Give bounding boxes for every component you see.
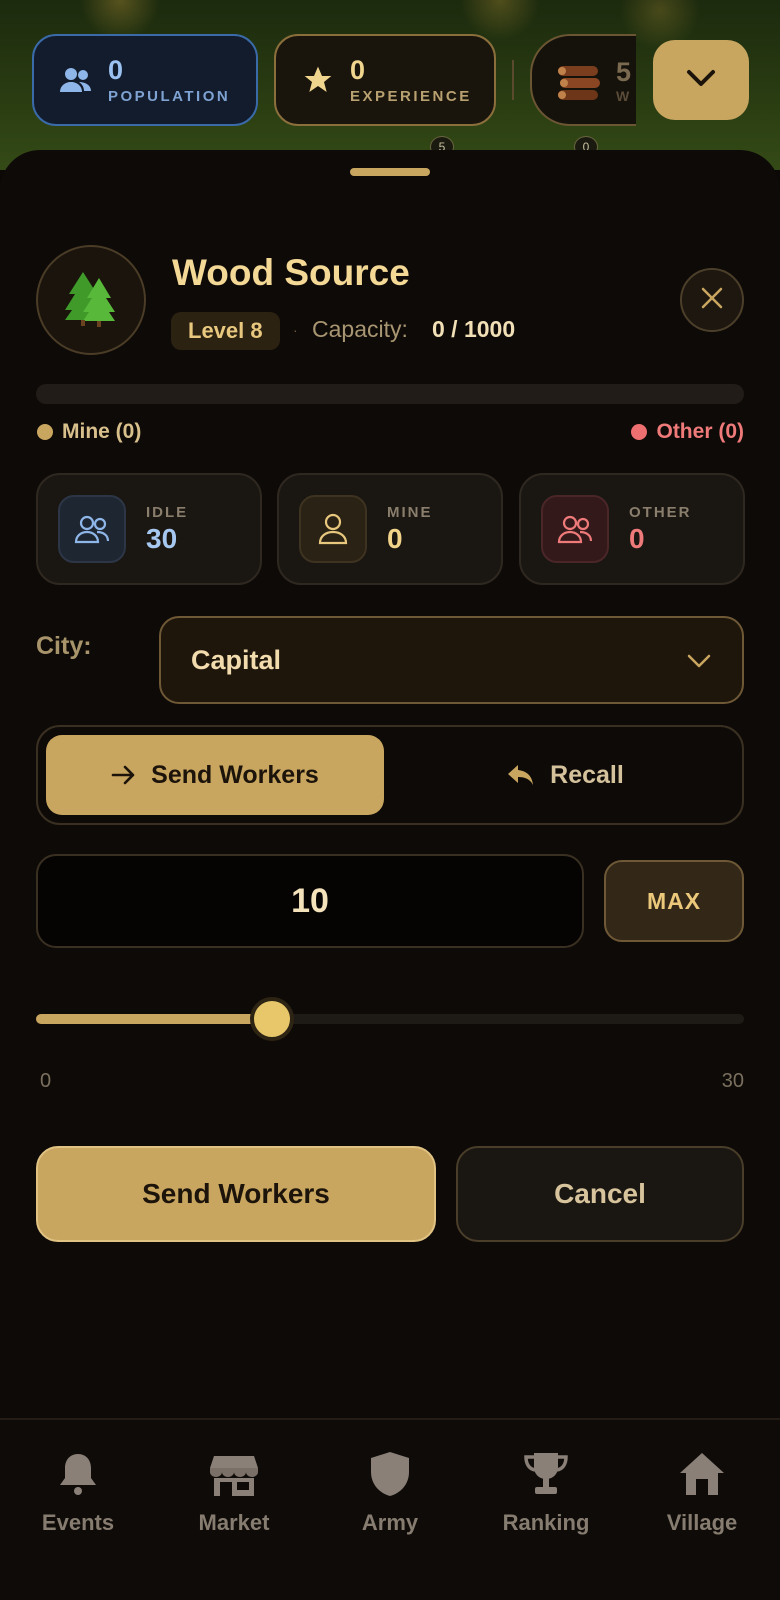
nav-label: Events xyxy=(41,1510,115,1535)
house-icon xyxy=(678,1450,726,1498)
send-workers-tab-label: Send Workers xyxy=(151,760,319,789)
population-label: POPULATION xyxy=(108,87,231,105)
bottom-navigation: Events Market Army Ranking Village xyxy=(0,1418,780,1600)
max-button[interactable]: MAX xyxy=(604,860,744,942)
nav-label: Market xyxy=(198,1510,270,1535)
idle-value: 30 xyxy=(146,522,178,554)
mode-toggle: Send Workers Recall xyxy=(36,725,744,825)
user-icon xyxy=(299,495,367,563)
chevron-down-icon xyxy=(686,645,712,676)
users-icon xyxy=(541,495,609,563)
resource-avatar xyxy=(36,245,146,355)
other-value: 0 xyxy=(629,522,645,554)
legend-mine-label: Mine (0) xyxy=(62,420,142,443)
idle-workers-card: IDLE 30 xyxy=(36,473,262,585)
recall-tab[interactable]: Recall xyxy=(392,735,738,815)
close-button[interactable] xyxy=(680,268,744,332)
star-icon xyxy=(298,60,338,100)
users-icon xyxy=(56,60,96,100)
nav-label: Village xyxy=(666,1510,738,1535)
city-label: City: xyxy=(36,632,92,660)
meta-separator: · xyxy=(293,322,298,338)
slider-max-label: 30 xyxy=(721,1070,744,1092)
trophy-icon xyxy=(523,1450,569,1498)
legend-other-dot xyxy=(631,424,648,440)
send-workers-tab[interactable]: Send Workers xyxy=(46,735,384,815)
pine-trees-icon xyxy=(59,266,123,335)
wood-pill[interactable]: 5 W xyxy=(530,34,636,126)
wood-label: W xyxy=(616,87,632,104)
capacity-progress-bar xyxy=(36,384,744,404)
resource-bottom-sheet: Wood Source Level 8 · Capacity: 0 / 1000… xyxy=(0,150,780,1420)
nav-item-ranking[interactable]: Ranking xyxy=(471,1450,621,1600)
experience-pill[interactable]: 0 EXPERIENCE xyxy=(274,34,496,126)
legend-other-label: Other (0) xyxy=(656,420,744,443)
send-workers-button[interactable]: Send Workers xyxy=(36,1146,436,1242)
legend-mine: Mine (0) xyxy=(37,420,141,444)
city-select-value: Capital xyxy=(191,644,282,675)
other-label: OTHER xyxy=(629,503,692,521)
sheet-drag-handle[interactable] xyxy=(350,168,430,176)
mine-value: 0 xyxy=(387,522,403,554)
nav-item-market[interactable]: Market xyxy=(159,1450,309,1600)
legend-other: Other (0) xyxy=(631,420,744,444)
worker-slider-thumb[interactable] xyxy=(250,997,294,1041)
chevron-down-icon xyxy=(685,68,717,93)
arrow-right-icon xyxy=(111,765,135,785)
capacity-value: 0 / 1000 xyxy=(432,316,516,342)
users-icon xyxy=(58,495,126,563)
mine-workers-card: MINE 0 xyxy=(277,473,503,585)
wood-logs-icon xyxy=(554,55,604,105)
legend-mine-dot xyxy=(37,424,53,440)
nav-item-village[interactable]: Village xyxy=(627,1450,777,1600)
slider-min-label: 0 xyxy=(40,1070,52,1092)
population-value: 0 xyxy=(108,54,124,85)
idle-label: IDLE xyxy=(146,503,189,521)
topbar-divider xyxy=(512,60,514,100)
reply-arrow-icon xyxy=(508,765,534,785)
nav-item-events[interactable]: Events xyxy=(3,1450,153,1600)
level-badge: Level 8 xyxy=(171,312,280,350)
capacity-label: Capacity: xyxy=(312,316,408,342)
mine-label: MINE xyxy=(387,503,433,521)
cancel-button[interactable]: Cancel xyxy=(456,1146,744,1242)
bell-icon xyxy=(58,1450,98,1498)
wood-value: 5 xyxy=(616,56,632,87)
experience-value: 0 xyxy=(350,54,366,85)
nav-label: Ranking xyxy=(502,1510,590,1535)
shield-icon xyxy=(368,1450,412,1498)
population-pill[interactable]: 0 POPULATION xyxy=(32,34,258,126)
worker-slider-fill xyxy=(36,1014,272,1024)
experience-label: EXPERIENCE xyxy=(350,87,472,105)
shop-icon xyxy=(210,1450,258,1498)
other-workers-card: OTHER 0 xyxy=(519,473,745,585)
resource-title: Wood Source xyxy=(172,252,410,293)
city-select[interactable]: Capital xyxy=(159,616,744,704)
nav-item-army[interactable]: Army xyxy=(315,1450,465,1600)
recall-tab-label: Recall xyxy=(550,760,624,789)
nav-label: Army xyxy=(361,1510,419,1535)
worker-quantity-input[interactable]: 10 xyxy=(36,854,584,948)
collapse-topbar-button[interactable] xyxy=(653,40,749,120)
close-icon xyxy=(700,286,724,315)
